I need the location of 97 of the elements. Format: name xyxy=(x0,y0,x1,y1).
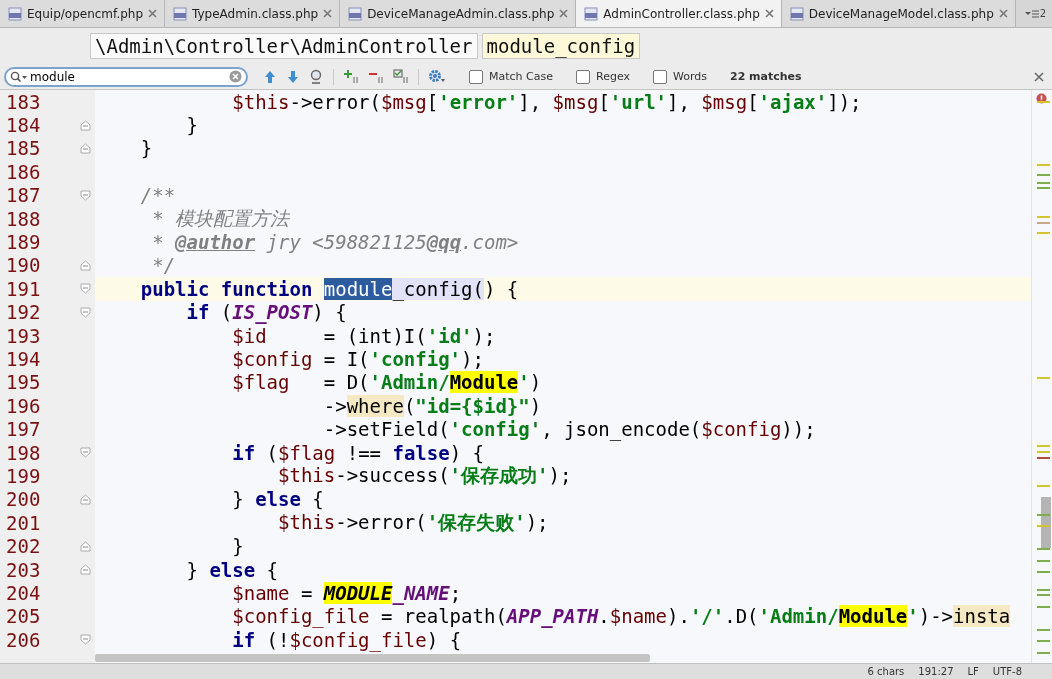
code-line: $this->error('保存失败'); xyxy=(277,510,549,535)
magnifier-icon[interactable] xyxy=(309,69,324,84)
fold-marker-icon[interactable] xyxy=(80,634,91,646)
close-icon[interactable] xyxy=(998,9,1008,18)
code-line: */ xyxy=(151,254,176,277)
php-file-icon xyxy=(173,6,188,21)
close-icon[interactable] xyxy=(559,9,569,18)
fold-marker-icon[interactable] xyxy=(80,540,91,552)
code-line: ->where("id={$id}") xyxy=(322,394,542,417)
file-tab[interactable]: DeviceManageModel.class.php xyxy=(781,0,1016,27)
code-line: } xyxy=(185,114,198,137)
option-checkbox[interactable]: Regex xyxy=(576,69,630,84)
code-line: } xyxy=(139,137,153,160)
encoding[interactable]: UTF-8 xyxy=(992,666,1022,677)
code-line: $this->error($msg['error'], $msg['url'], $msg['ajax']); xyxy=(231,90,862,113)
php-file-icon xyxy=(348,6,363,21)
settings-icon[interactable] xyxy=(428,69,446,84)
file-tab[interactable]: DeviceManageAdmin.class.php xyxy=(340,0,577,27)
line-number: 183 xyxy=(5,90,42,113)
line-number: 192 xyxy=(5,301,42,324)
fold-marker-icon[interactable] xyxy=(80,259,91,271)
tab-list-button[interactable]: 2 xyxy=(1018,0,1052,27)
line-number: 188 xyxy=(5,207,42,230)
fold-marker-icon[interactable] xyxy=(80,564,91,575)
line-number: 186 xyxy=(5,160,42,183)
option-checkbox[interactable]: Words xyxy=(652,69,707,84)
fold-marker-icon[interactable] xyxy=(80,142,91,154)
line-number: 204 xyxy=(5,581,42,604)
clear-icon[interactable] xyxy=(229,70,242,83)
line-number: 200 xyxy=(5,488,42,511)
close-icon[interactable] xyxy=(1034,71,1044,82)
code-line: $this->success('保存成功'); xyxy=(277,463,572,488)
cursor-position[interactable]: 191:27 xyxy=(918,666,954,677)
line-separator[interactable]: LF xyxy=(967,666,979,677)
line-number: 195 xyxy=(5,371,42,394)
line-number: 194 xyxy=(5,348,42,370)
code-line: } else { xyxy=(231,488,324,511)
line-number: 205 xyxy=(5,605,42,628)
scrollbar-thumb[interactable] xyxy=(1041,496,1051,549)
code-line: $flag = D('Admin/Module') xyxy=(231,371,542,394)
code-line: ->setField('config', json_encode($config)); xyxy=(322,418,816,441)
line-number: 184 xyxy=(5,114,42,137)
line-number: 202 xyxy=(5,535,42,558)
php-file-icon xyxy=(584,6,599,21)
close-icon[interactable] xyxy=(148,9,158,18)
line-number: 199 xyxy=(5,464,42,487)
arrow-down-icon[interactable] xyxy=(286,69,300,84)
line-number: 193 xyxy=(5,324,42,347)
horizontal-scrollbar[interactable] xyxy=(95,654,650,662)
line-number: 201 xyxy=(5,511,42,534)
code-line: /** xyxy=(139,184,176,207)
file-tab[interactable]: Equip/opencmf.php xyxy=(0,0,166,27)
fold-marker-icon[interactable] xyxy=(80,306,91,318)
line-number: 196 xyxy=(5,394,42,417)
php-file-icon xyxy=(789,6,804,21)
line-number: 191 xyxy=(5,277,42,300)
match-count: 22 matches xyxy=(730,70,802,83)
list-icon xyxy=(1024,8,1039,19)
php-file-icon xyxy=(8,6,22,21)
add-occurrence-icon[interactable] xyxy=(343,69,359,84)
line-number: 197 xyxy=(5,418,42,441)
search-icon xyxy=(10,70,28,83)
fold-marker-icon[interactable] xyxy=(80,189,91,201)
line-number: 203 xyxy=(5,558,42,581)
close-icon[interactable] xyxy=(323,9,333,18)
option-checkbox[interactable]: Match Case xyxy=(469,69,553,84)
line-number: 206 xyxy=(5,628,42,651)
search-box[interactable]: module xyxy=(4,66,248,87)
close-icon[interactable] xyxy=(764,9,774,18)
file-tab[interactable]: TypeAdmin.class.php xyxy=(165,0,341,27)
code-line: $id = (int)I('id'); xyxy=(231,324,496,347)
code-line: * @author jry <598821125@qq.com> xyxy=(151,231,519,254)
select-all-icon[interactable] xyxy=(393,69,409,84)
code-line: if ($flag !== false) { xyxy=(231,441,484,464)
code-line: } xyxy=(231,535,244,558)
fold-marker-icon[interactable] xyxy=(80,119,91,131)
code-line: $config_file = realpath(APP_PATH.$name).'/'.D('Admin/Module')->insta xyxy=(231,605,1011,628)
fold-marker-icon[interactable] xyxy=(80,447,91,459)
code-line: if (!$config_file) { xyxy=(231,628,462,651)
code-line: } else { xyxy=(185,558,279,581)
code-line: if (IS_POST) { xyxy=(185,301,347,324)
search-field[interactable]: module xyxy=(30,69,227,84)
line-number: 190 xyxy=(5,254,42,277)
code-line: public function module_config() { xyxy=(139,277,519,300)
code-line: * 模块配置方法 xyxy=(151,205,290,231)
breadcrumb[interactable]: \Admin\Controller\AdminController xyxy=(90,33,478,59)
arrow-up-icon[interactable] xyxy=(263,69,277,84)
line-number: 189 xyxy=(5,231,42,254)
line-number: 185 xyxy=(5,137,42,160)
line-number: 187 xyxy=(5,184,42,207)
fold-marker-icon[interactable] xyxy=(80,283,91,295)
code-line: $config = I('config'); xyxy=(231,348,484,370)
file-tab[interactable]: AdminController.class.php xyxy=(576,0,782,27)
breadcrumb[interactable]: module_config xyxy=(481,33,641,59)
line-number: 198 xyxy=(5,441,42,464)
fold-marker-icon[interactable] xyxy=(80,493,91,505)
selection-info: 6 chars xyxy=(867,666,905,677)
